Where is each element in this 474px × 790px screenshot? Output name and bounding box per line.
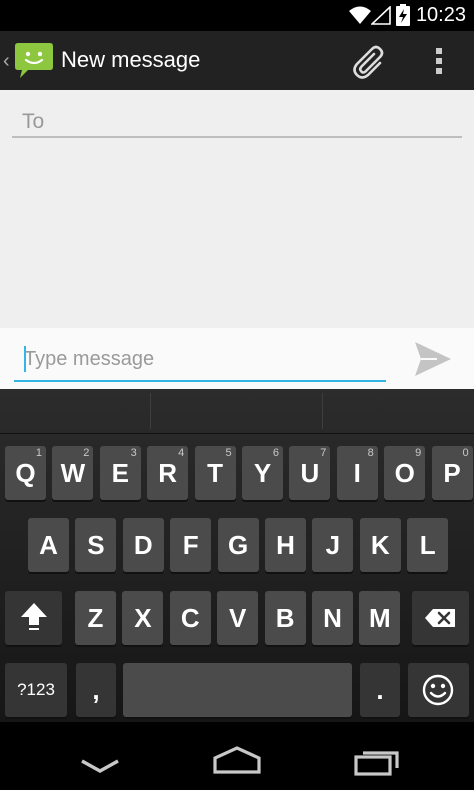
key-number-hint: 1 [35, 447, 42, 459]
backspace-icon [425, 609, 455, 627]
messaging-app-icon[interactable] [14, 41, 54, 79]
key-number-hint: 3 [130, 447, 137, 459]
key-l[interactable]: L [407, 518, 449, 572]
key-label: J [325, 530, 341, 560]
key-number-hint: 8 [367, 447, 374, 459]
message-input[interactable]: Type message [14, 340, 386, 382]
suggestion-divider [322, 393, 323, 429]
comma-label: , [92, 675, 100, 705]
key-f[interactable]: F [170, 518, 212, 572]
key-label: N [323, 603, 342, 633]
key-e[interactable]: E3 [99, 446, 141, 500]
key-label: D [133, 530, 153, 560]
overflow-menu-icon[interactable] [434, 47, 444, 75]
key-s[interactable]: S [75, 518, 117, 572]
shift-key[interactable] [5, 591, 62, 645]
wifi-icon [349, 6, 371, 24]
key-label: C [180, 603, 200, 633]
period-key[interactable]: . … [360, 663, 400, 734]
key-label: Q [15, 458, 36, 488]
send-icon[interactable] [413, 340, 453, 378]
key-label: S [87, 530, 105, 560]
status-time: 10:23 [415, 4, 466, 26]
key-z[interactable]: Z [75, 591, 116, 645]
text-cursor [24, 346, 26, 372]
key-v[interactable]: V [217, 591, 259, 645]
key-number-hint: 7 [320, 447, 327, 459]
soft-keyboard: Q1W2E3R4T5Y6U7I8O9P0 ASDFGHJKL ZXCVBNM ?… [0, 389, 474, 734]
key-y[interactable]: Y6 [242, 446, 283, 500]
navigation-bar [0, 722, 474, 790]
key-label: H [276, 530, 295, 560]
key-label: X [134, 603, 152, 633]
key-label: A [39, 530, 58, 560]
key-label: L [419, 530, 436, 560]
key-number-hint: 9 [415, 447, 422, 459]
key-t[interactable]: T5 [194, 446, 236, 500]
key-a[interactable]: A [28, 518, 69, 572]
backspace-key[interactable] [412, 591, 469, 645]
home-icon[interactable] [213, 746, 261, 776]
symbols-key[interactable]: ?123 [5, 663, 67, 717]
suggestion-divider [150, 393, 151, 429]
key-w[interactable]: W2 [52, 446, 94, 500]
key-label: T [207, 458, 224, 488]
key-label: U [300, 458, 320, 488]
back-chevron-down-icon[interactable] [80, 757, 120, 777]
key-d[interactable]: D [122, 518, 164, 572]
paperclip-icon[interactable] [352, 43, 388, 79]
recent-apps-icon[interactable] [354, 748, 400, 778]
signal-icon [371, 6, 391, 25]
key-r[interactable]: R4 [147, 446, 189, 500]
key-c[interactable]: C [169, 591, 211, 645]
key-number-hint: 2 [83, 447, 90, 459]
key-n[interactable]: N [312, 591, 353, 645]
key-number-hint: 5 [225, 447, 232, 459]
key-number-hint: 4 [178, 447, 185, 459]
battery-charging-icon [396, 4, 410, 26]
key-q[interactable]: Q1 [5, 446, 46, 500]
key-u[interactable]: U7 [289, 446, 331, 500]
key-label: G [227, 530, 249, 560]
page-title: New message [61, 47, 201, 72]
key-b[interactable]: B [264, 591, 306, 645]
period-label: . [376, 675, 384, 705]
key-x[interactable]: X [122, 591, 164, 645]
key-p[interactable]: P0 [431, 446, 473, 500]
key-label: B [275, 603, 295, 633]
shift-arrow-icon [21, 603, 47, 630]
key-label: F [182, 530, 199, 560]
key-h[interactable]: H [265, 518, 306, 572]
key-label: Y [253, 458, 272, 488]
key-j[interactable]: J [312, 518, 354, 572]
key-label: M [369, 603, 391, 633]
key-m[interactable]: M [359, 591, 401, 645]
action-bar: ‹ New message [0, 31, 474, 90]
key-k[interactable]: K [359, 518, 401, 572]
chevron-left-icon[interactable]: ‹ [3, 51, 10, 71]
key-label: K [370, 530, 390, 560]
key-label: Z [87, 603, 104, 633]
key-label: I [353, 458, 361, 488]
key-label: O [394, 458, 415, 488]
smiley-icon [422, 674, 454, 706]
key-label: V [229, 603, 247, 633]
key-label: W [60, 458, 86, 488]
emoji-key[interactable] [408, 663, 469, 717]
key-label: R [158, 458, 178, 488]
key-label: P [443, 458, 461, 488]
key-i[interactable]: I8 [336, 446, 378, 500]
suggestion-strip[interactable] [0, 389, 474, 434]
comma-key[interactable]: , … [76, 663, 116, 734]
recipient-input[interactable]: To [12, 108, 462, 138]
key-o[interactable]: O9 [384, 446, 426, 500]
key-number-hint: 6 [272, 447, 279, 459]
key-label: E [111, 458, 129, 488]
key-g[interactable]: G [217, 518, 259, 572]
key-number-hint: 0 [462, 447, 469, 459]
spacebar[interactable] [123, 663, 352, 717]
status-bar: 10:23 [0, 0, 474, 31]
